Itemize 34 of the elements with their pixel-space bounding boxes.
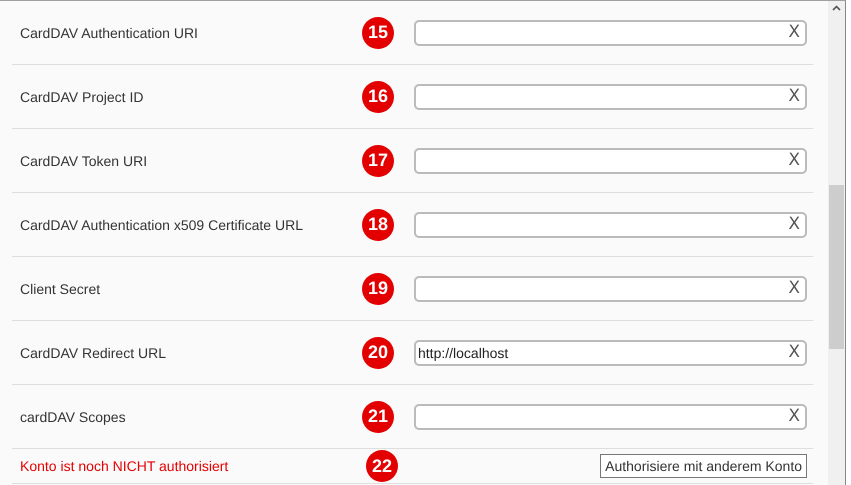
- number-badge: 15: [362, 16, 394, 48]
- field-label: cardDAV Scopes: [20, 408, 127, 424]
- field-label: CardDAV Token URI: [20, 152, 148, 168]
- input-field[interactable]: http://localhost X: [414, 340, 807, 366]
- clear-button[interactable]: X: [786, 280, 802, 297]
- number-badge: 17: [362, 144, 394, 176]
- clear-button[interactable]: X: [786, 408, 802, 425]
- scroll-up-icon[interactable]: [832, 5, 841, 11]
- number-badge: 19: [362, 272, 394, 304]
- number-badge: 21: [362, 400, 394, 432]
- clear-button[interactable]: X: [786, 216, 802, 233]
- field-label: CardDAV Authentication x509 Certificate URL: [20, 216, 304, 232]
- input-field[interactable]: X: [414, 212, 807, 238]
- number-badge: 18: [362, 208, 394, 240]
- input-field[interactable]: X: [414, 404, 807, 430]
- number-badge: 22: [366, 450, 398, 482]
- scrollbar[interactable]: [828, 1, 845, 485]
- input-field[interactable]: X: [414, 84, 807, 110]
- clear-button[interactable]: X: [786, 344, 802, 361]
- clear-button[interactable]: X: [786, 152, 802, 169]
- field-label: Client Secret: [20, 280, 102, 296]
- field-label: CardDAV Authentication URI: [20, 24, 199, 40]
- field-label: CardDAV Redirect URL: [20, 344, 168, 360]
- clear-button[interactable]: X: [786, 88, 802, 105]
- scrollbar-thumb[interactable]: [829, 185, 844, 349]
- number-badge: 20: [362, 336, 394, 368]
- input-field[interactable]: X: [414, 276, 807, 302]
- status-message: Konto ist noch NICHT authorisiert: [20, 458, 230, 474]
- field-label: CardDAV Project ID: [20, 88, 144, 104]
- clear-button[interactable]: X: [786, 24, 802, 41]
- authorize-button[interactable]: Authorisiere mit anderem Konto: [600, 454, 807, 478]
- input-field[interactable]: X: [414, 148, 807, 174]
- input-field[interactable]: X: [414, 20, 807, 46]
- number-badge: 16: [362, 80, 394, 112]
